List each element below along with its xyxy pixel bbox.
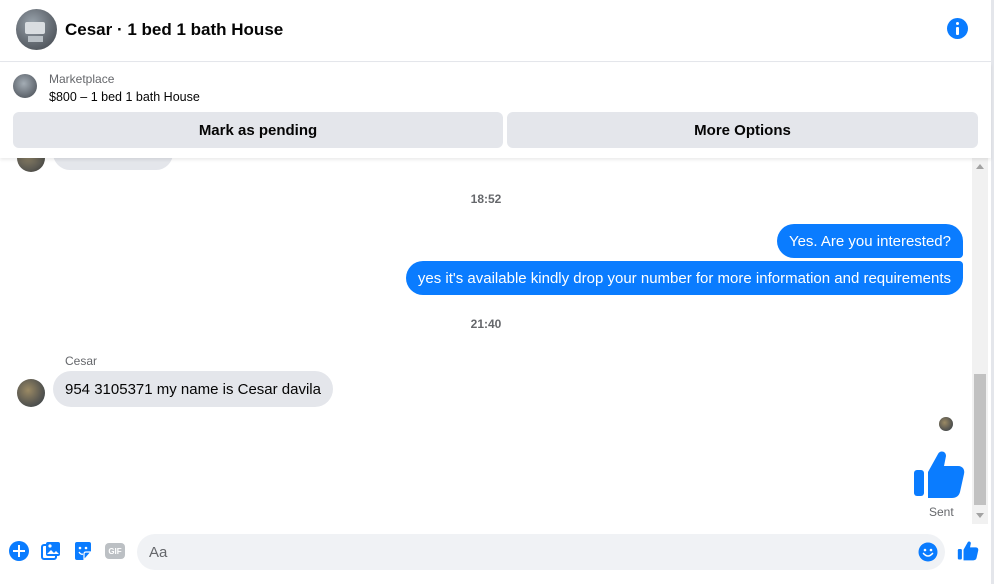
more-options-button[interactable]: More Options: [507, 112, 978, 148]
chat-window: Cesar · 1 bed 1 bath House Marketplace $…: [0, 0, 994, 584]
gif-icon[interactable]: GIF: [105, 543, 125, 559]
message-timestamp: 21:40: [470, 317, 502, 331]
scrollbar[interactable]: [972, 158, 988, 524]
sticker-icon[interactable]: [73, 541, 93, 561]
thumbs-up-icon[interactable]: [912, 448, 966, 502]
seen-indicator-avatar: [939, 417, 953, 431]
message-bubble-incoming[interactable]: [53, 158, 173, 170]
listing-source: Marketplace: [49, 72, 115, 86]
sender-name: Cesar: [65, 354, 98, 368]
like-icon[interactable]: [957, 540, 979, 562]
delivery-status: Sent: [929, 505, 954, 519]
message-composer: GIF: [0, 524, 991, 582]
listing-thumbnail[interactable]: [13, 74, 37, 98]
contact-avatar[interactable]: [16, 9, 57, 50]
message-bubble-outgoing[interactable]: Yes. Are you interested?: [776, 224, 963, 258]
marketplace-listing: Marketplace $800 – 1 bed 1 bath House Ma…: [0, 63, 991, 158]
plus-icon[interactable]: [9, 541, 29, 561]
emoji-icon[interactable]: [918, 542, 938, 562]
message-input[interactable]: [137, 534, 945, 570]
message-list: 18:52 Yes. Are you interested? yes it's …: [0, 158, 972, 524]
scroll-down-arrow[interactable]: [972, 507, 988, 524]
scroll-up-arrow[interactable]: [972, 158, 988, 175]
message-bubble-outgoing[interactable]: yes it's available kindly drop your numb…: [405, 261, 963, 295]
message-timestamp: 18:52: [470, 192, 502, 206]
mark-as-pending-button[interactable]: Mark as pending: [13, 112, 503, 148]
chat-header: Cesar · 1 bed 1 bath House: [0, 0, 991, 62]
avatar[interactable]: [17, 379, 45, 407]
image-icon[interactable]: [41, 541, 61, 561]
info-icon[interactable]: [947, 18, 968, 39]
listing-title[interactable]: $800 – 1 bed 1 bath House: [49, 90, 200, 104]
scrollbar-thumb[interactable]: [974, 374, 986, 505]
chat-title[interactable]: Cesar · 1 bed 1 bath House: [65, 20, 283, 40]
avatar: [17, 158, 45, 172]
message-bubble-incoming[interactable]: 954 3105371 my name is Cesar davila: [53, 371, 333, 407]
